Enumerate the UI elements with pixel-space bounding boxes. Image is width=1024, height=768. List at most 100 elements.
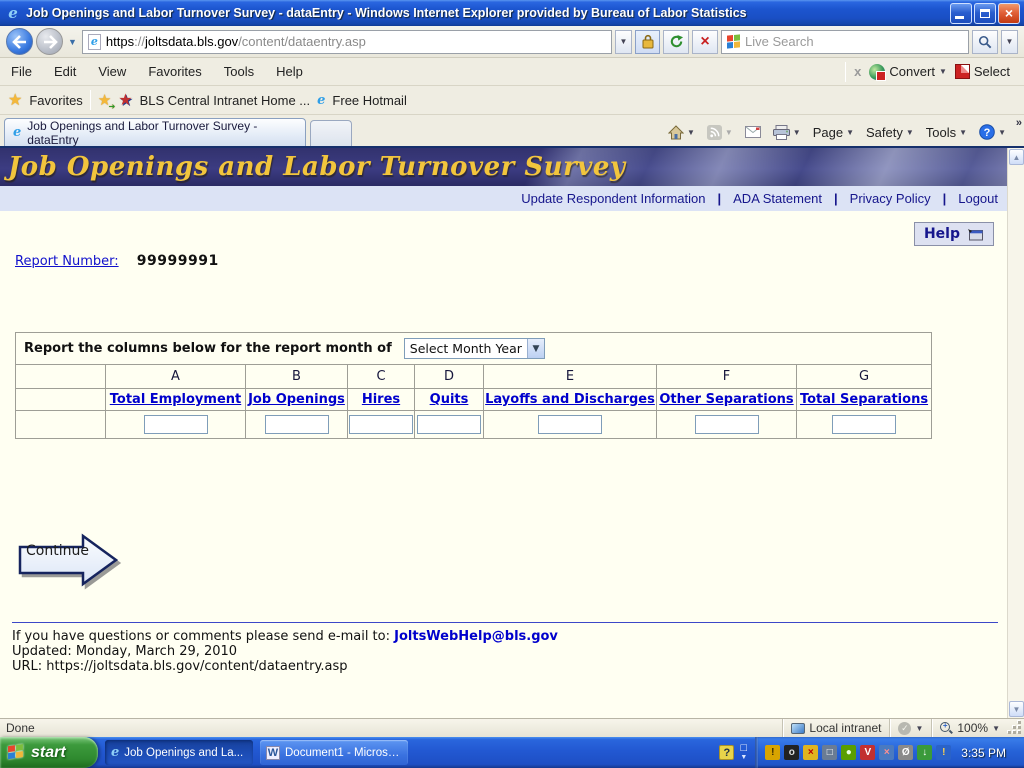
toolbar-overflow-chevron[interactable]: » xyxy=(1016,117,1022,129)
commandbar-close-button[interactable]: x xyxy=(854,64,861,79)
column-link-total-separations[interactable]: Total Separations xyxy=(800,392,928,407)
smartscreen-panel[interactable]: ✓ ▼ xyxy=(889,719,931,737)
home-dropdown[interactable]: ▼ xyxy=(687,128,695,137)
nav-ada-statement-link[interactable]: ADA Statement xyxy=(733,191,822,206)
home-button[interactable]: ▼ xyxy=(664,123,699,142)
vertical-scrollbar[interactable]: ▲ ▼ xyxy=(1007,148,1024,718)
column-link-quits[interactable]: Quits xyxy=(430,392,469,407)
address-dropdown-button[interactable]: ▼ xyxy=(615,29,632,54)
input-total-separations[interactable] xyxy=(832,415,897,434)
minimize-button[interactable] xyxy=(950,2,972,24)
column-letter: A xyxy=(105,364,246,389)
menu-help[interactable]: Help xyxy=(265,59,314,84)
search-options-dropdown[interactable]: ▼ xyxy=(1001,29,1018,54)
taskbar-task-ie[interactable]: e Job Openings and La... xyxy=(105,740,253,765)
refresh-button[interactable] xyxy=(663,29,689,54)
page-menu-button[interactable]: Page ▼ xyxy=(809,123,858,142)
convert-button[interactable]: Convert ▼ xyxy=(869,63,947,81)
tab-active[interactable]: e Job Openings and Labor Turnover Survey… xyxy=(4,118,306,147)
network-error-icon[interactable]: × xyxy=(879,745,895,760)
footer-email-link[interactable]: JoltsWebHelp@bls.gov xyxy=(394,629,558,644)
footer-divider xyxy=(12,622,998,623)
rss-button[interactable]: ▼ xyxy=(703,123,737,142)
column-link-other-separations[interactable]: Other Separations xyxy=(659,392,793,407)
print-button[interactable]: ▼ xyxy=(769,123,805,142)
input-layoffs-discharges[interactable] xyxy=(538,415,602,434)
search-input[interactable] xyxy=(745,34,963,49)
report-number-link[interactable]: Report Number: xyxy=(15,254,119,269)
convert-dropdown[interactable]: ▼ xyxy=(939,67,947,76)
stop-button[interactable]: × xyxy=(692,29,718,54)
print-dropdown[interactable]: ▼ xyxy=(793,128,801,137)
rss-dropdown[interactable]: ▼ xyxy=(725,128,733,137)
favorite-link-bls[interactable]: BLS Central Intranet Home ... xyxy=(140,93,311,108)
display-settings-icon[interactable]: □ xyxy=(822,745,838,760)
back-button[interactable] xyxy=(6,28,33,55)
menu-edit[interactable]: Edit xyxy=(43,59,87,84)
scroll-up-button[interactable]: ▲ xyxy=(1009,149,1024,165)
live-search-box[interactable] xyxy=(721,29,969,54)
help-menu-button[interactable]: ? ▼ xyxy=(975,122,1010,142)
key-disabled-icon[interactable]: × xyxy=(803,745,819,760)
resize-grip[interactable] xyxy=(1008,721,1022,735)
antivirus-shield-icon[interactable]: V xyxy=(860,745,876,760)
nav-update-respondent-link[interactable]: Update Respondent Information xyxy=(521,191,705,206)
menu-view[interactable]: View xyxy=(87,59,137,84)
read-mail-button[interactable] xyxy=(741,124,765,140)
input-job-openings[interactable] xyxy=(264,415,329,434)
column-link-layoffs-discharges[interactable]: Layoffs and Discharges xyxy=(485,392,655,407)
menu-tools[interactable]: Tools xyxy=(213,59,265,84)
nav-privacy-policy-link[interactable]: Privacy Policy xyxy=(850,191,931,206)
restore-windows-icon[interactable]: □ ▼ xyxy=(740,742,747,763)
input-quits[interactable] xyxy=(417,415,481,434)
data-entry-table: Report the columns below for the report … xyxy=(14,332,933,439)
title-bar: e Job Openings and Labor Turnover Survey… xyxy=(0,0,1024,26)
help-dropdown[interactable]: ▼ xyxy=(998,128,1006,137)
forward-button[interactable] xyxy=(36,28,63,55)
search-go-button[interactable] xyxy=(972,29,998,54)
scroll-down-button[interactable]: ▼ xyxy=(1009,701,1024,717)
zoom-panel[interactable]: + 100% ▼ xyxy=(931,719,1008,737)
windows-logo-icon xyxy=(8,744,25,761)
security-lock-icon[interactable] xyxy=(635,29,660,54)
zoom-dropdown[interactable]: ▼ xyxy=(992,724,1000,733)
tools-menu-button[interactable]: Tools ▼ xyxy=(922,123,971,142)
favorites-star-icon: ★ xyxy=(8,92,23,109)
column-link-hires[interactable]: Hires xyxy=(362,392,400,407)
taskbar-clock[interactable]: 3:35 PM xyxy=(955,746,1016,760)
key-icon[interactable]: o xyxy=(784,745,800,760)
safety-menu-button[interactable]: Safety ▼ xyxy=(862,123,918,142)
menu-file[interactable]: File xyxy=(0,59,43,84)
update-download-icon[interactable]: ↓ xyxy=(917,745,933,760)
input-total-employment[interactable] xyxy=(143,415,208,434)
menu-favorites[interactable]: Favorites xyxy=(137,59,212,84)
taskbar-task-word[interactable]: W Document1 - Microsof... xyxy=(260,740,408,765)
close-button[interactable]: × xyxy=(998,2,1020,24)
select-button[interactable]: Select xyxy=(954,64,1010,79)
nvidia-icon[interactable]: ● xyxy=(841,745,857,760)
help-button[interactable]: Help xyxy=(913,222,994,246)
column-link-total-employment[interactable]: Total Employment xyxy=(110,392,241,407)
smartscreen-dropdown[interactable]: ▼ xyxy=(915,724,923,733)
continue-button-label[interactable]: Continue xyxy=(26,543,89,559)
continue-button[interactable] xyxy=(17,532,121,588)
input-hires[interactable] xyxy=(349,415,413,434)
start-button[interactable]: start xyxy=(0,737,98,768)
input-other-separations[interactable] xyxy=(694,415,759,434)
security-alert-icon[interactable]: ! xyxy=(936,745,952,760)
select-dropdown-arrow-icon[interactable]: ▼ xyxy=(526,339,544,358)
wireless-warning-icon[interactable]: ! xyxy=(765,745,781,760)
nav-logout-link[interactable]: Logout xyxy=(958,191,998,206)
favorites-button[interactable]: Favorites xyxy=(29,93,82,108)
month-year-select[interactable]: Select Month Year ▼ xyxy=(403,338,545,359)
help-tray-icon[interactable]: ? xyxy=(719,745,735,760)
column-link-job-openings[interactable]: Job Openings xyxy=(248,392,345,407)
ie-logo-icon: e xyxy=(8,3,18,22)
add-favorite-icon[interactable]: ★ xyxy=(98,91,116,111)
new-tab-button[interactable] xyxy=(310,120,352,146)
restore-button[interactable] xyxy=(974,2,996,24)
recent-pages-dropdown[interactable]: ▼ xyxy=(66,37,79,47)
sync-blocked-icon[interactable]: Ø xyxy=(898,745,914,760)
favorite-link-hotmail[interactable]: Free Hotmail xyxy=(332,93,406,108)
address-input[interactable]: e https://joltsdata.bls.gov/content/data… xyxy=(81,29,612,54)
